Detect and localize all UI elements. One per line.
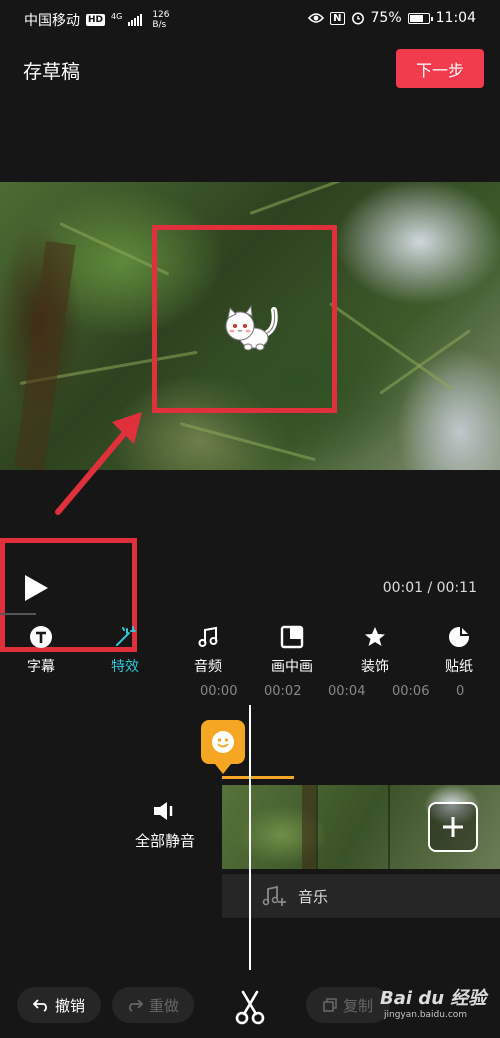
- network-speed: 126 B/s: [152, 10, 169, 30]
- scissors-icon[interactable]: [232, 990, 268, 1026]
- ruler-tick: 00:06: [392, 684, 430, 699]
- undo-button[interactable]: 撤销: [17, 987, 101, 1023]
- frond-decor: [249, 182, 401, 215]
- mute-all-button[interactable]: 全部静音: [128, 800, 202, 851]
- play-icon[interactable]: [22, 573, 50, 603]
- add-music-icon: [262, 886, 286, 906]
- tool-label: 装饰: [361, 659, 389, 675]
- redo-button[interactable]: 重做: [112, 987, 194, 1023]
- annotation-arrow: [55, 412, 142, 515]
- battery-percent: 75%: [370, 10, 402, 26]
- hd-badge: HD: [86, 14, 106, 26]
- mute-label: 全部静音: [134, 832, 195, 850]
- smiley-icon: [212, 731, 234, 753]
- tool-label: 字幕: [27, 659, 55, 675]
- add-clip-button[interactable]: [428, 802, 478, 852]
- tool-effects[interactable]: 特效: [90, 624, 160, 676]
- speed-value: 126: [152, 10, 170, 20]
- copy-icon: [323, 998, 337, 1012]
- frond-decor: [379, 329, 471, 395]
- clip-frame-divider: [316, 785, 318, 869]
- tool-sticker[interactable]: 贴纸: [424, 624, 494, 676]
- frond-decor: [179, 422, 316, 462]
- star-decor-icon: [362, 624, 388, 650]
- plus-icon: [443, 817, 463, 837]
- tool-decoration[interactable]: 装饰: [340, 624, 410, 676]
- carrier-name: 中国移动: [24, 13, 80, 29]
- watermark-sub: jingyan.baidu.com: [384, 1010, 468, 1020]
- copy-label: 复制: [342, 996, 373, 1015]
- cat-sticker[interactable]: [220, 298, 280, 354]
- next-step-button[interactable]: 下一步: [396, 49, 484, 88]
- copy-button[interactable]: 复制: [306, 987, 390, 1023]
- edit-toolbar: 字幕 特效 音频 画中画 装饰 贴纸: [0, 624, 500, 682]
- ruler-tick: 00:02: [264, 684, 302, 699]
- sticker-duration-bar[interactable]: [222, 776, 294, 779]
- network-type: 4G: [111, 11, 123, 21]
- sticker-icon: [446, 624, 472, 650]
- picture-in-picture-icon: [279, 624, 305, 650]
- text-icon: [28, 624, 54, 650]
- music-note-icon: [195, 624, 221, 650]
- signal-icon: [128, 14, 143, 26]
- time-display: 00:01 / 00:11: [382, 580, 477, 596]
- speaker-icon: [154, 802, 173, 820]
- undo-label: 撤销: [54, 996, 85, 1015]
- speed-unit: B/s: [152, 20, 167, 30]
- tool-subtitle[interactable]: 字幕: [6, 624, 76, 676]
- nfc-icon: N: [330, 11, 345, 25]
- playback-progress[interactable]: [0, 613, 36, 615]
- alarm-icon: [351, 12, 364, 25]
- music-label: 音乐: [298, 887, 329, 906]
- eye-icon: [308, 13, 325, 23]
- baidu-watermark: Bai du 经验 jingyan.baidu.com: [380, 984, 490, 1030]
- playhead[interactable]: [249, 705, 251, 970]
- watermark-main: Bai du 经验: [380, 988, 487, 1009]
- tool-label: 画中画: [271, 659, 313, 675]
- save-draft-button[interactable]: 存草稿: [23, 57, 80, 84]
- undo-icon: [32, 999, 47, 1012]
- sticker-track-marker[interactable]: [201, 720, 245, 774]
- tool-label: 贴纸: [445, 659, 473, 675]
- clip-trunk: [302, 785, 316, 869]
- ruler-tick: 00:00: [200, 684, 238, 699]
- tool-label: 特效: [111, 659, 139, 675]
- redo-icon: [129, 999, 143, 1012]
- tool-audio[interactable]: 音频: [173, 624, 243, 676]
- clock: 11:04: [435, 10, 476, 26]
- effects-icon: [112, 624, 138, 650]
- timeline-ruler[interactable]: 00:00 00:02 00:04 00:06 0: [200, 684, 500, 699]
- status-bar: 中国移动 HD 4G 126 B/s N 75% 11:04: [0, 0, 500, 38]
- clip-frame-divider: [388, 785, 390, 869]
- redo-label: 重做: [148, 996, 179, 1015]
- ruler-tick: 00:04: [328, 684, 366, 699]
- ruler-tick: 0: [456, 684, 465, 699]
- tool-label: 音频: [194, 659, 222, 675]
- tool-picture-in-picture[interactable]: 画中画: [257, 624, 327, 676]
- battery-icon: [407, 12, 433, 24]
- add-music-track[interactable]: 音乐: [222, 874, 500, 918]
- frond-decor: [329, 302, 454, 391]
